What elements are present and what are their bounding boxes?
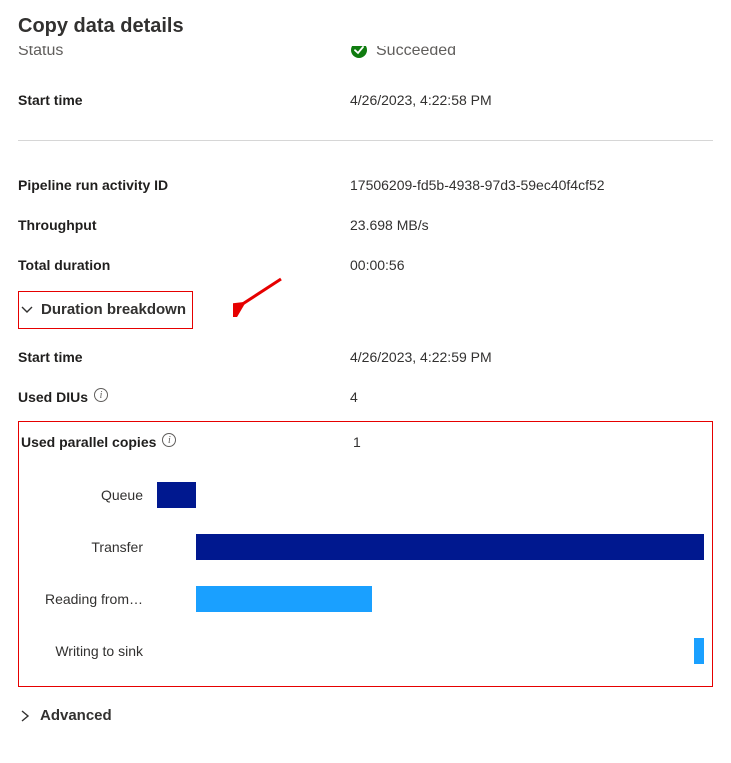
info-icon[interactable]: i [94,388,108,402]
throughput-value: 23.698 MB/s [350,217,713,233]
pipeline-row: Pipeline run activity ID 17506209-fd5b-4… [18,165,713,205]
chevron-down-icon [19,301,35,317]
chart-bar [694,638,704,664]
total-duration-row: Total duration 00:00:56 [18,245,713,285]
chart-bar-label: Transfer [21,539,157,555]
total-duration-label: Total duration [18,257,350,273]
chart-bar-row: Transfer [21,530,704,564]
chart-bar [196,586,372,612]
duration-breakdown-toggle[interactable]: Duration breakdown [19,292,186,326]
advanced-label: Advanced [40,707,112,724]
upc-label: Used parallel copies [21,434,156,450]
throughput-row: Throughput 23.698 MB/s [18,205,713,245]
bd-start-time-row: Start time 4/26/2023, 4:22:59 PM [18,337,713,377]
chart-bar-track [157,634,704,668]
chart-bar-row: Writing to sink [21,634,704,668]
duration-breakdown-highlight: Duration breakdown [18,291,193,329]
duration-chart: Queue Transfer Reading from… Writing to sin… [21,478,704,668]
throughput-label: Throughput [18,217,350,233]
chart-bar-label: Queue [21,487,157,503]
pipeline-label: Pipeline run activity ID [18,177,350,193]
chart-bar-label: Reading from… [21,591,157,607]
chart-bar-track [157,478,704,512]
bd-start-time-value: 4/26/2023, 4:22:59 PM [350,349,713,365]
upc-row: Used parallel copies i 1 [21,426,704,458]
status-value: Succeeded [376,46,456,60]
chart-highlight-box: Used parallel copies i 1 Queue Transfer Re… [18,421,713,687]
info-icon[interactable]: i [162,433,176,447]
annotation-arrow-icon [233,277,293,317]
chart-bar-row: Reading from… [21,582,704,616]
advanced-toggle[interactable]: Advanced [18,707,112,724]
dius-value: 4 [350,389,713,405]
upc-value: 1 [353,434,704,450]
page-title: Copy data details [18,15,713,38]
pipeline-value: 17506209-fd5b-4938-97d3-59ec40f4cf52 [350,177,713,193]
chart-bar-label: Writing to sink [21,643,157,659]
status-label: Status [18,46,63,60]
status-row: Status Succeeded [18,40,713,80]
start-time-row: Start time 4/26/2023, 4:22:58 PM [18,80,713,120]
chevron-right-icon [18,709,32,723]
bd-start-time-label: Start time [18,349,350,365]
chart-bar-track [157,530,704,564]
total-duration-value: 00:00:56 [350,257,713,273]
chart-bar [157,482,196,508]
start-time-value: 4/26/2023, 4:22:58 PM [350,92,713,108]
dius-label: Used DIUs [18,389,88,405]
success-icon [350,46,368,59]
divider [18,140,713,141]
duration-breakdown-label: Duration breakdown [41,301,186,318]
chart-bar-row: Queue [21,478,704,512]
chart-bar-track [157,582,704,616]
chart-bar [196,534,704,560]
start-time-label: Start time [18,92,350,108]
dius-row: Used DIUs i 4 [18,377,713,417]
